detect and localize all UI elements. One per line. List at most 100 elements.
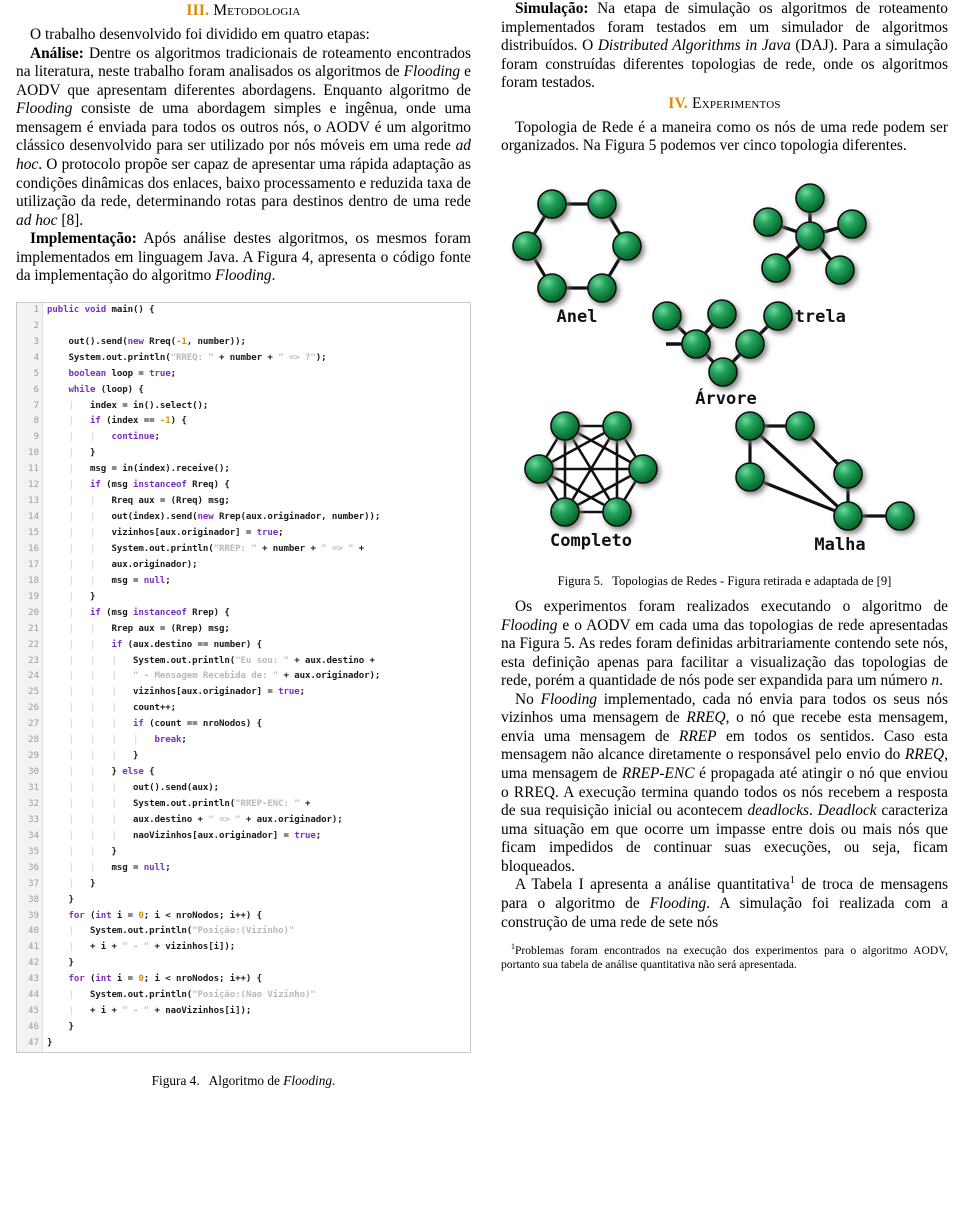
code-line: 17 | | aux.originador); [17,557,470,574]
code-line-number: 28 [17,733,43,750]
code-line-number: 32 [17,796,43,813]
code-line-number: 22 [17,637,43,654]
code-line-text: | System.out.println("Posição:(Vizinho)" [47,926,295,937]
code-line: 27 | | | if (count == nroNodos) { [17,717,470,734]
code-line: 20 | if (msg instanceof Rrep) { [17,605,470,622]
flooding-it-1: Flooding [540,690,597,708]
code-line-number: 12 [17,478,43,495]
topology-figure: Anel Estrela Árvore Completo Malha Figur… [501,164,948,589]
code-line: 6 while (loop) { [17,382,470,399]
code-line-text: | | | } [47,751,139,762]
code-figure: 1 public void main() {2 3 out().send(new R… [16,301,471,1089]
code-line-number: 10 [17,446,43,463]
paragraph-simulacao: Simulação: Na etapa de simulação os algo… [501,0,948,93]
paper-page: III. Metodologia O trabalho desenvolvido… [0,0,960,1223]
figure-5-caption: Figura 5. Topologias de Redes - Figura re… [501,574,948,589]
code-line: 4 System.out.println("RREQ: " + number +… [17,350,470,367]
estrela-nodes [752,183,867,285]
code-line-text: | | | " - Mensagem Recebida de: " + aux.… [47,671,381,682]
code-line: 24 | | | " - Mensagem Recebida de: " + a… [17,669,470,686]
implementacao-lead: Implementação: [30,230,137,248]
code-line-number: 36 [17,860,43,877]
paragraph-flooding: No Flooding implementado, cada nó envia … [501,691,948,877]
figure-4-caption: Figura 4. Algoritmo de Flooding. [16,1073,471,1089]
topology-arvore: Árvore [651,299,793,409]
code-line: 47} [17,1036,470,1052]
code-line-text: | | | vizinhos[aux.originador] = true; [47,687,305,698]
code-line: 8 | if (index == -1) { [17,414,470,431]
code-line: 45 | + i + " - " + naoVizinhos[i]); [17,1004,470,1021]
paragraph-analise: Análise: Dentre os algoritmos tradiciona… [16,45,471,231]
code-line-number: 15 [17,526,43,542]
code-line-number: 30 [17,765,43,781]
code-line-number: 11 [17,462,43,479]
code-line: 46 } [17,1020,470,1036]
code-line-text: boolean loop = true; [68,368,177,379]
code-line-number: 24 [17,669,43,686]
flooding-text-7: . [809,802,818,820]
code-line: 38 } [17,892,470,909]
code-line-number: 16 [17,541,43,558]
analise-text-4: . O protocolo propõe ser capaz de aprese… [16,155,471,211]
code-line-number: 4 [17,350,43,367]
code-line-text: | | | count++; [47,703,176,714]
code-line-number: 37 [17,876,43,893]
code-line-number: 41 [17,940,43,957]
code-line-text: | | vizinhos[aux.originador] = true; [47,528,284,538]
code-line: 23 | | | System.out.println("Eu sou: " +… [17,653,470,670]
code-line: 15 | | vizinhos[aux.originador] = true; [17,526,470,542]
code-line-number: 31 [17,781,43,797]
code-line: 18 | | msg = null; [17,573,470,590]
code-line-number: 47 [17,1036,43,1052]
analise-text-3: consiste de uma abordagem simples e ingê… [16,100,471,155]
flooding-it-3: RREP [678,727,717,745]
tabela-text-1: A Tabela I apresenta a análise quantitat… [515,876,790,894]
code-line-text: | + i + " - " + naoVizinhos[i]); [47,1006,252,1017]
code-line: 36 | | msg = null; [17,860,470,877]
code-line-text: | } [47,591,96,602]
code-line-number: 23 [17,653,43,670]
code-line-number: 43 [17,972,43,989]
completo-edges [537,424,644,514]
code-line: 44 | System.out.println("Posição:(Nao Vi… [17,988,470,1005]
analise-it-2: Flooding [16,100,73,118]
code-line: 29 | | | } [17,749,470,766]
code-line-number: 1 [17,302,43,319]
footnote-1: 1Problemas foram encontrados na execução… [501,943,948,972]
flooding-it-6: deadlocks [747,802,810,820]
code-line-number: 38 [17,892,43,909]
code-line-number: 21 [17,621,43,638]
code-line-number: 18 [17,573,43,590]
code-line-text: } [47,958,74,969]
code-line-text: | | | if (count == nroNodos) { [47,719,262,730]
section-title-experimentos: Experimentos [692,94,781,112]
code-line-number: 13 [17,494,43,511]
code-line: 19 | } [17,589,470,606]
code-line-number: 29 [17,749,43,766]
code-line-text: | msg = in(index).receive(); [47,464,230,475]
code-line-text: | | | System.out.println("RREP-ENC: " + [47,798,311,809]
code-line-number: 46 [17,1020,43,1036]
code-line-text: | System.out.println("Posição:(Nao Vizin… [47,990,316,1001]
code-line-text: public void main() { [47,304,155,315]
code-line: 41 | + i + " - " + vizinhos[i]); [17,940,470,957]
flooding-it-7: Deadlock [817,802,877,820]
code-line-number: 34 [17,828,43,845]
code-line-number: 19 [17,589,43,606]
paragraph-topologia: Topologia de Rede é a maneira como os nó… [501,119,948,156]
anel-edges [525,202,628,290]
code-line: 39 for (int i = 0; i < nroNodos; i++) { [17,908,470,925]
left-column: III. Metodologia O trabalho desenvolvido… [16,0,471,1223]
topology-label-arvore: Árvore [695,387,756,409]
figure-4-text-pre: Algoritmo de [208,1072,284,1088]
flooding-it-4: RREQ [904,746,945,764]
section-heading-metodologia: III. Metodologia [16,2,471,20]
code-line: 33 | | | aux.destino + " => " + aux.orig… [17,812,470,829]
code-line: 25 | | | vizinhos[aux.originador] = true… [17,685,470,702]
code-line: 2 [17,318,470,335]
topology-anel: Anel [511,189,642,327]
code-line-text: | | } [47,846,117,857]
code-line: 26 | | | count++; [17,701,470,718]
simulacao-lead: Simulação: [515,0,589,17]
code-line-number: 5 [17,366,43,383]
